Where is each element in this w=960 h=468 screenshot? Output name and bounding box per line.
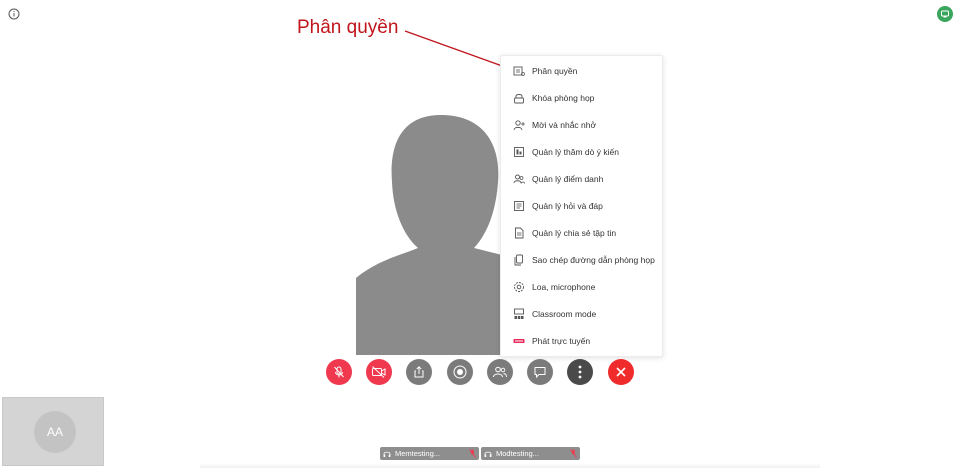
headset-icon <box>383 451 391 457</box>
menu-item-label: Classroom mode <box>532 309 597 319</box>
menu-item-lock-room[interactable]: Khóa phòng họp <box>501 85 662 111</box>
poll-icon <box>513 146 525 158</box>
menu-item-polls[interactable]: Quản lý thăm dò ý kiến <box>501 139 662 165</box>
menu-item-label: Loa, microphone <box>532 282 596 292</box>
menu-item-audio-settings[interactable]: Loa, microphone <box>501 274 662 300</box>
close-icon <box>616 367 626 377</box>
menu-item-label: Mời và nhắc nhở <box>532 120 597 130</box>
mute-mic-button[interactable] <box>326 359 352 385</box>
menu-item-permission[interactable]: Phân quyền <box>501 58 662 84</box>
more-button[interactable] <box>567 359 593 385</box>
classroom-icon <box>513 308 525 320</box>
invite-user-icon <box>513 119 525 131</box>
avatar: AA <box>34 411 76 453</box>
menu-item-live-stream[interactable]: Phát trực tuyến <box>501 328 662 354</box>
menu-item-attendance[interactable]: Quản lý điểm danh <box>501 166 662 192</box>
participant-name: Modtesting... <box>496 449 539 458</box>
menu-item-label: Phát trực tuyến <box>532 336 591 346</box>
menu-item-invite[interactable]: Mời và nhắc nhở <box>501 112 662 138</box>
live-stream-icon <box>513 335 525 347</box>
settings-icon <box>513 281 525 293</box>
bottom-shade <box>200 463 820 468</box>
mic-off-icon <box>334 366 344 378</box>
headset-icon <box>484 451 492 457</box>
connection-status-icon[interactable] <box>937 6 953 22</box>
permission-icon <box>513 65 525 77</box>
chat-button[interactable] <box>527 359 553 385</box>
mic-muted-icon <box>469 449 476 458</box>
menu-item-label: Quản lý điểm danh <box>532 174 604 184</box>
share-icon <box>414 366 424 378</box>
camera-off-button[interactable] <box>366 359 392 385</box>
menu-item-label: Khóa phòng họp <box>532 93 595 103</box>
annotation-label: Phân quyền <box>297 17 399 38</box>
menu-item-label: Phân quyền <box>532 66 578 76</box>
file-icon <box>513 227 525 239</box>
more-vertical-icon <box>578 365 582 379</box>
participant-name: Memtesting... <box>395 449 441 458</box>
menu-item-file-sharing[interactable]: Quản lý chia sẻ tập tin <box>501 220 662 246</box>
menu-item-label: Quản lý thăm dò ý kiến <box>532 147 619 157</box>
menu-item-copy-link[interactable]: Sao chép đường dẫn phòng họp <box>501 247 662 273</box>
participant-tag[interactable]: Memtesting... <box>380 447 479 460</box>
menu-item-qa[interactable]: Quản lý hỏi và đáp <box>501 193 662 219</box>
chat-icon <box>534 367 546 379</box>
info-icon[interactable] <box>8 8 20 20</box>
attendance-icon <box>513 173 525 185</box>
mic-muted-icon <box>570 449 577 458</box>
participants-icon <box>493 366 507 378</box>
leave-button[interactable] <box>608 359 634 385</box>
menu-item-classroom-mode[interactable]: Classroom mode <box>501 301 662 327</box>
menu-item-label: Sao chép đường dẫn phòng họp <box>532 255 655 265</box>
participant-tag[interactable]: Modtesting... <box>481 447 580 460</box>
participants-button[interactable] <box>487 359 513 385</box>
camera-off-icon <box>372 366 386 378</box>
copy-link-icon <box>513 254 525 266</box>
menu-item-label: Quản lý hỏi và đáp <box>532 201 603 211</box>
more-options-menu: Phân quyền Khóa phòng họp Mời và nhắc nh… <box>500 55 663 357</box>
share-button[interactable] <box>406 359 432 385</box>
menu-item-label: Quản lý chia sẻ tập tin <box>532 228 617 238</box>
record-icon <box>453 365 467 379</box>
self-view-thumbnail[interactable]: AA <box>2 397 104 466</box>
qa-icon <box>513 200 525 212</box>
record-button[interactable] <box>447 359 473 385</box>
lock-icon <box>513 92 525 104</box>
